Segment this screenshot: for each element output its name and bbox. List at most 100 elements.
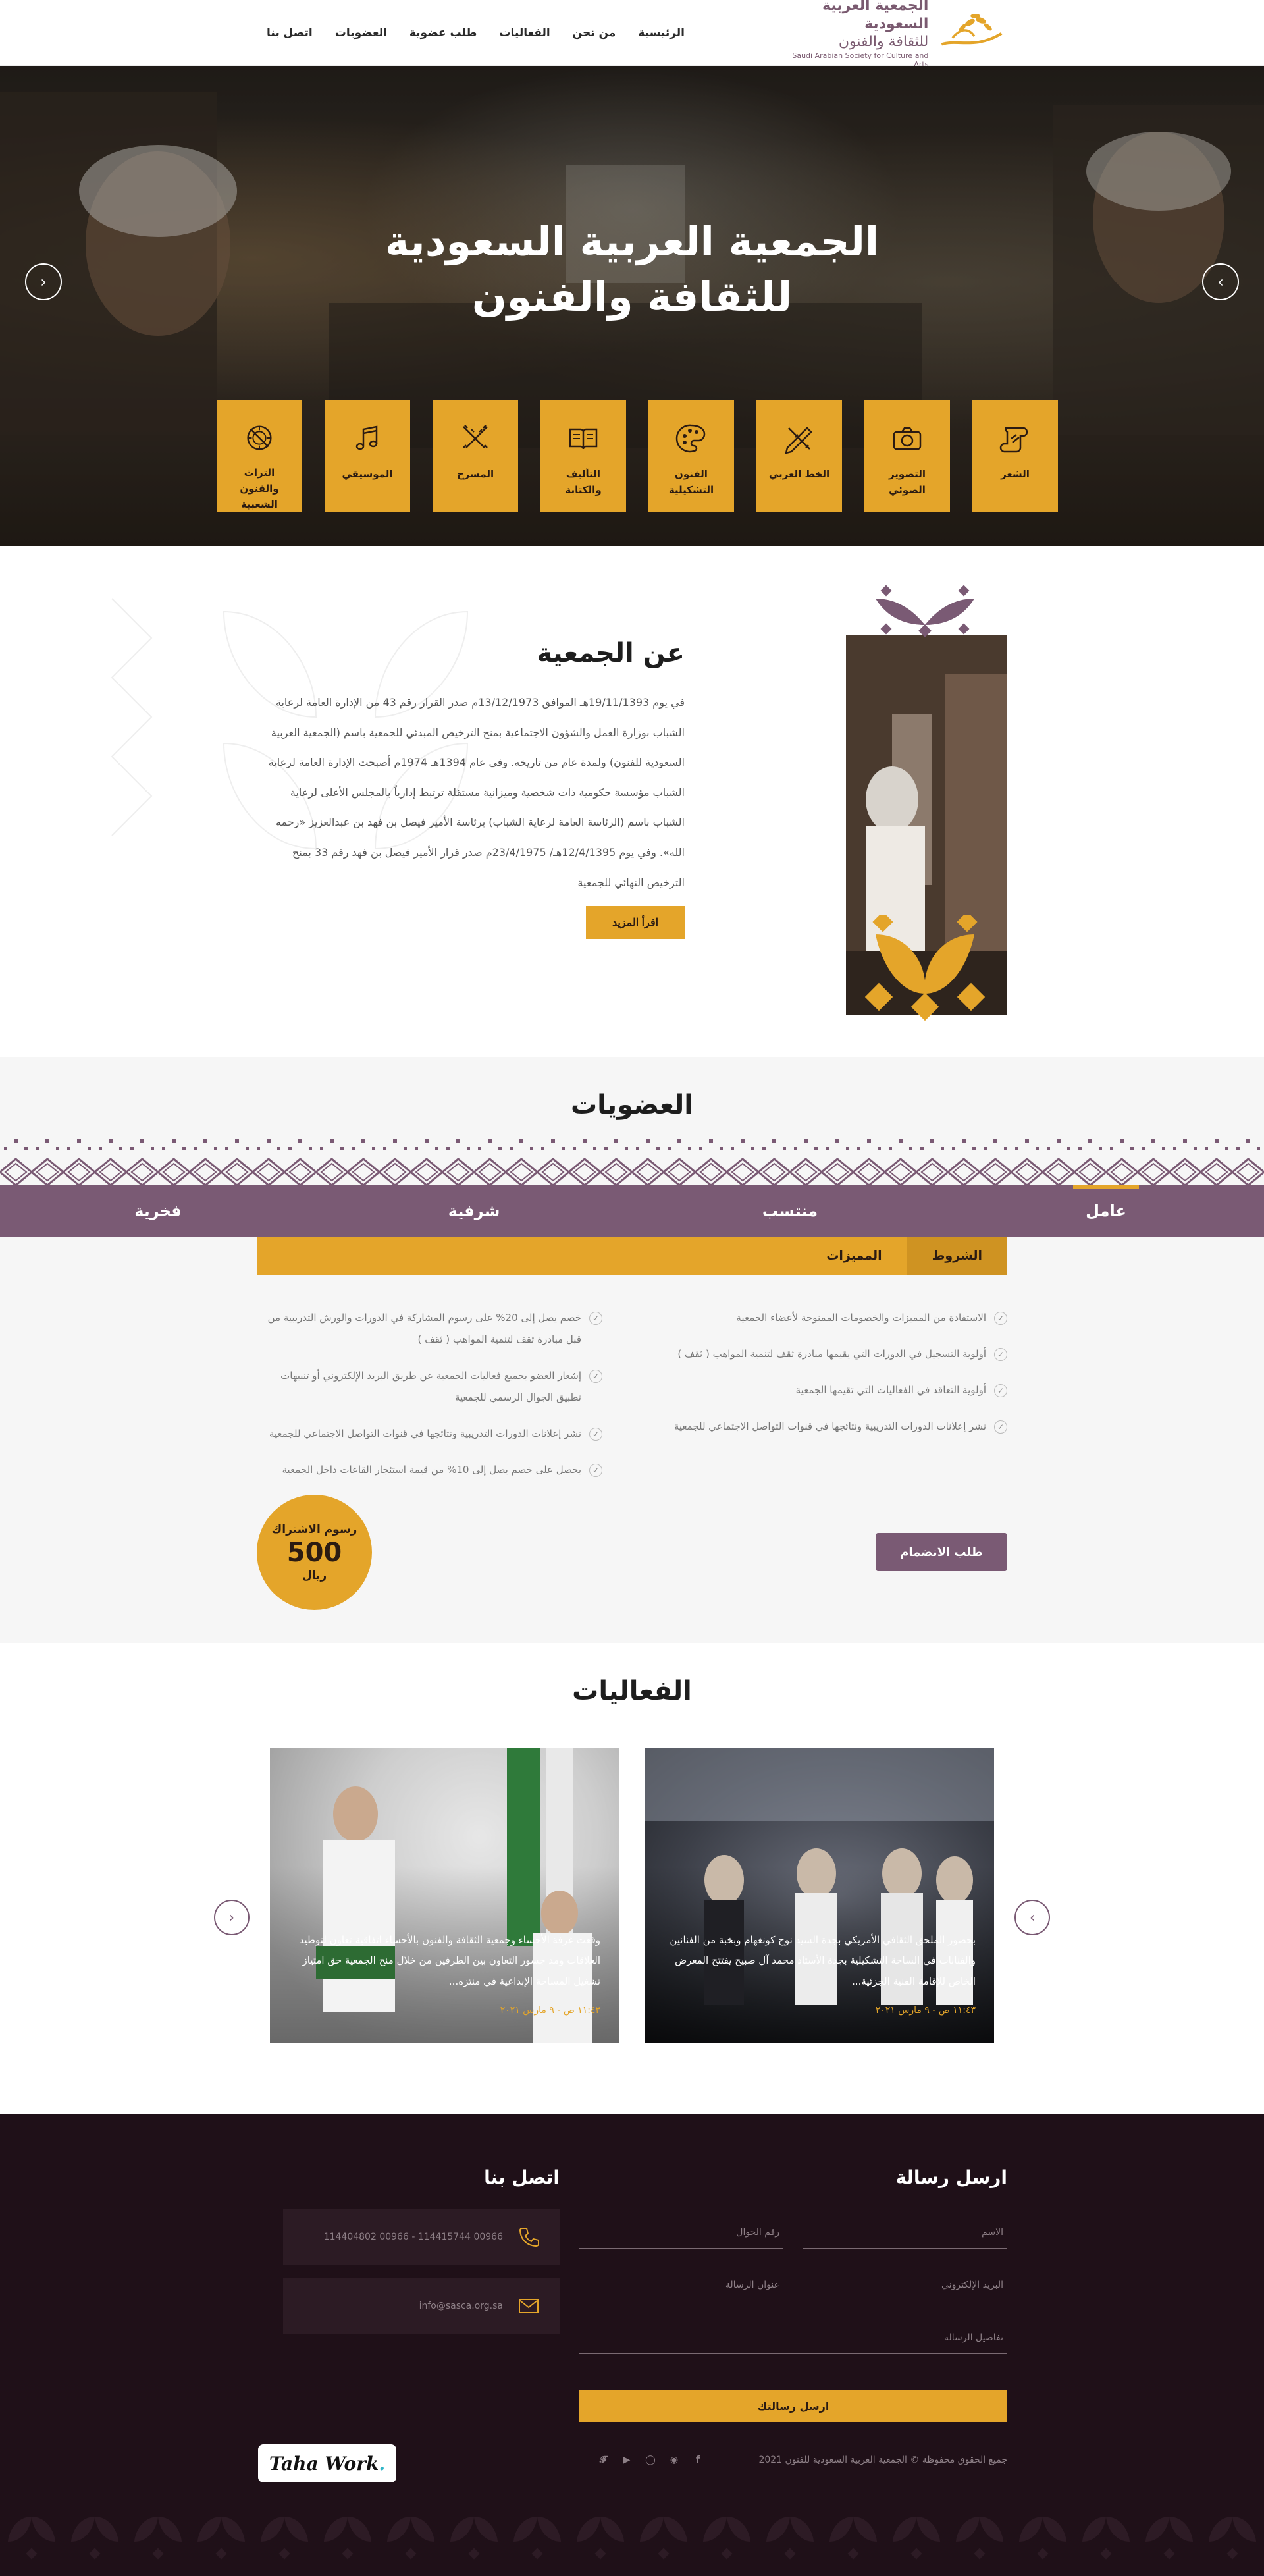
event-card[interactable]: وقعت غرفة الأحساء وجمعية الثقافة والفنون… bbox=[270, 1748, 619, 2043]
membership-subtabs: الشروط المميزات bbox=[257, 1237, 1007, 1275]
site-logo[interactable]: الجمعية العربية السعودية للثقافة والفنون… bbox=[783, 0, 1007, 68]
join-request-button[interactable]: طلب الانضمام bbox=[876, 1533, 1007, 1571]
category-calligraphy[interactable]: الخط العربي bbox=[756, 400, 842, 512]
events-title: الفعاليات bbox=[572, 1676, 692, 1706]
hero-title-line2: للثقافة والفنون bbox=[471, 272, 793, 321]
camera-icon bbox=[893, 427, 922, 450]
hero-title: الجمعية العربية السعودية للثقافة والفنون bbox=[0, 214, 1264, 324]
tab-affiliate[interactable]: منتسب bbox=[632, 1185, 948, 1237]
nav-home[interactable]: الرئيسية bbox=[638, 26, 685, 40]
category-label: الموسيقي bbox=[342, 468, 393, 480]
logo-name-line2: للثقافة والفنون bbox=[838, 34, 929, 50]
tab-honorary[interactable]: شرفية bbox=[316, 1185, 632, 1237]
copyright-text: جميع الحقوق محفوظة © الجمعية العربية الس… bbox=[758, 2455, 1007, 2465]
benefits-column-left: ✓ خصم يصل إلى 20% على رسوم المشاركة في ال… bbox=[257, 1307, 602, 1495]
memberships-title: العضويات bbox=[570, 1090, 694, 1120]
subtab-conditions[interactable]: الشروط bbox=[907, 1237, 1007, 1275]
chevron-right-icon: › bbox=[1217, 273, 1224, 291]
email-field[interactable] bbox=[803, 2268, 1007, 2301]
nav-membership-request[interactable]: طلب عضوية bbox=[409, 26, 477, 40]
category-theater[interactable]: المسرح bbox=[433, 400, 518, 512]
twitter-icon[interactable]: 𝓕 bbox=[596, 2454, 610, 2467]
list-item: ✓ نشر إعلانات الدورات التدريبية ونتائجها … bbox=[257, 1423, 602, 1445]
event-card[interactable]: بحضور الملحق الثقافي الأمريكي بجدة السيد… bbox=[645, 1748, 994, 2043]
benefit-text: نشر إعلانات الدورات التدريبية ونتائجها ف… bbox=[673, 1420, 986, 1432]
category-label: التصوير الضوئي bbox=[888, 468, 926, 496]
music-notes-icon bbox=[356, 425, 378, 450]
category-writing[interactable]: التأليف والكتابة bbox=[540, 400, 626, 512]
swords-icon bbox=[463, 425, 488, 448]
category-label: التأليف والكتابة bbox=[565, 468, 602, 496]
hero-prev-button[interactable]: › bbox=[1202, 263, 1239, 300]
category-heritage[interactable]: التراث والفنون الشعبية bbox=[217, 400, 302, 512]
subscription-fee-badge: رسوم الاشتراك 500 ريال bbox=[257, 1495, 372, 1610]
message-details-field[interactable] bbox=[579, 2321, 1007, 2354]
tab-worker[interactable]: عامل bbox=[948, 1185, 1264, 1237]
instagram-icon[interactable]: ◯ bbox=[644, 2454, 657, 2467]
benefit-text: نشر إعلانات الدورات التدريبية ونتائجها ف… bbox=[269, 1428, 581, 1439]
ornament-top-icon bbox=[876, 585, 974, 637]
snapchat-icon[interactable]: ◉ bbox=[668, 2454, 681, 2467]
developer-credit-logo[interactable]: Taha Work. bbox=[258, 2444, 396, 2482]
fee-label: رسوم الاشتراك bbox=[271, 1522, 357, 1536]
category-fine-arts[interactable]: الفنون التشكيلية bbox=[648, 400, 734, 512]
subject-field[interactable] bbox=[579, 2268, 783, 2301]
category-music[interactable]: الموسيقي bbox=[325, 400, 410, 512]
phone-icon bbox=[519, 2228, 539, 2247]
category-label: الفنون التشكيلية bbox=[668, 468, 714, 496]
envelope-icon bbox=[519, 2299, 539, 2313]
phone-numbers: 00966 114415744 - 00966 114404802 bbox=[323, 2232, 503, 2242]
read-more-button[interactable]: اقرأ المزيد bbox=[586, 906, 685, 939]
nav-memberships[interactable]: العضويات bbox=[335, 26, 387, 40]
email-address[interactable]: info@sasca.org.sa bbox=[419, 2301, 503, 2311]
membership-tabs: عامل منتسب شرفية فخرية bbox=[0, 1185, 1264, 1237]
list-item: ✓ يحصل على خصم يصل إلى 10% من قيمة استئجا… bbox=[257, 1459, 602, 1481]
name-field[interactable] bbox=[803, 2216, 1007, 2249]
hero-slider: الجمعية العربية السعودية للثقافة والفنون… bbox=[0, 66, 1264, 546]
check-icon: ✓ bbox=[994, 1420, 1007, 1434]
memberships-section: العضويات عامل منتسب شرفية فخرية الشروط ا… bbox=[0, 1057, 1264, 1643]
event-image bbox=[270, 1748, 619, 2043]
nav-events[interactable]: الفعاليات bbox=[499, 26, 550, 40]
book-icon bbox=[569, 428, 598, 450]
check-icon: ✓ bbox=[994, 1312, 1007, 1325]
nav-about[interactable]: من نحن bbox=[573, 26, 616, 40]
list-item: ✓ أولوية التسجيل في الدورات التي يقيمها م… bbox=[662, 1343, 1007, 1365]
contact-title: اتصل بنا bbox=[484, 2166, 560, 2188]
nav-contact[interactable]: اتصل بنا bbox=[267, 26, 313, 40]
footer-pattern bbox=[0, 2504, 1264, 2576]
benefit-text: أولوية التسجيل في الدورات التي يقيمها مب… bbox=[677, 1348, 986, 1360]
pattern-band bbox=[0, 1133, 1264, 1185]
send-message-button[interactable]: ارسل رسالتك bbox=[579, 2390, 1007, 2422]
youtube-icon[interactable]: ▶ bbox=[620, 2454, 633, 2467]
fee-amount: 500 bbox=[286, 1537, 342, 1568]
category-photography[interactable]: التصوير الضوئي bbox=[864, 400, 950, 512]
facebook-icon[interactable]: f bbox=[691, 2454, 704, 2467]
category-poetry[interactable]: الشعر bbox=[972, 400, 1058, 512]
event-image bbox=[645, 1748, 994, 2005]
subtab-benefits[interactable]: المميزات bbox=[801, 1237, 907, 1275]
list-item: ✓ إشعار العضو بجميع فعاليات الجمعية عن طر… bbox=[257, 1365, 602, 1409]
events-next-button[interactable]: › bbox=[1014, 1900, 1050, 1935]
benefits-column-right: ✓ الاستفادة من المميزات والخصومات الممنوح… bbox=[662, 1307, 1007, 1495]
chevron-right-icon: › bbox=[1029, 1909, 1036, 1926]
ornament-bottom-icon bbox=[864, 915, 986, 1021]
credit-dot-icon: . bbox=[379, 2452, 386, 2475]
benefit-text: إشعار العضو بجميع فعاليات الجمعية عن طري… bbox=[280, 1370, 581, 1403]
phone-field[interactable] bbox=[579, 2216, 783, 2249]
hero-next-button[interactable]: ‹ bbox=[25, 263, 62, 300]
benefits-list: ✓ الاستفادة من المميزات والخصومات الممنوح… bbox=[257, 1307, 1007, 1495]
event-date: ١١:٤٣ ص - ٩ مارس ٢٠٢١ bbox=[500, 2005, 600, 2016]
palette-icon bbox=[675, 424, 706, 453]
benefit-text: يحصل على خصم يصل إلى 10% من قيمة استئجار… bbox=[282, 1464, 581, 1476]
scroll-icon bbox=[999, 427, 1028, 453]
check-icon: ✓ bbox=[589, 1464, 602, 1477]
category-tiles: الشعر التصوير الضوئي الخط العربي الفنون … bbox=[206, 400, 1058, 512]
check-icon: ✓ bbox=[994, 1384, 1007, 1397]
events-prev-button[interactable]: ‹ bbox=[214, 1900, 250, 1935]
list-item: ✓ نشر إعلانات الدورات التدريبية ونتائجها … bbox=[662, 1416, 1007, 1437]
check-icon: ✓ bbox=[589, 1312, 602, 1325]
heritage-icon bbox=[247, 425, 272, 450]
about-image-group bbox=[846, 585, 1007, 1023]
tab-honorific[interactable]: فخرية bbox=[0, 1185, 316, 1237]
